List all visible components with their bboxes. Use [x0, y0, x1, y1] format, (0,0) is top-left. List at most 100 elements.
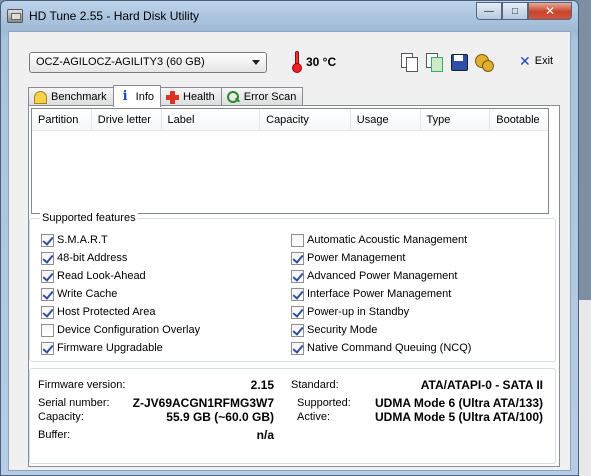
feature-label: S.M.A.R.T	[57, 234, 108, 246]
feature-item: Write Cache	[41, 285, 200, 303]
feature-item: Power Management	[291, 249, 471, 267]
tab-health[interactable]: Health	[160, 87, 222, 106]
feature-item: Advanced Power Management	[291, 267, 471, 285]
title-bar[interactable]: HD Tune 2.55 - Hard Disk Utility — □ ✕	[1, 1, 578, 31]
options-icon[interactable]	[474, 52, 494, 72]
active-label: Active:	[297, 411, 331, 423]
standard-label: Standard:	[291, 379, 339, 391]
feature-checkbox[interactable]	[41, 233, 54, 247]
drive-dropdown-value: OCZ-AGILOCZ-AGILITY3 (60 GB)	[36, 56, 205, 68]
partition-table-header: Partition Drive letter Label Capacity Us…	[32, 109, 548, 131]
info-tab-panel: Partition Drive letter Label Capacity Us…	[28, 105, 560, 467]
feature-label: Advanced Power Management	[307, 270, 458, 282]
buffer-label: Buffer:	[38, 429, 71, 441]
firmware-value: 2.15	[250, 378, 274, 392]
minimize-button[interactable]: —	[476, 2, 502, 20]
feature-item: Device Configuration Overlay	[41, 321, 200, 339]
feature-label: 48-bit Address	[57, 252, 128, 264]
drive-details-group: Firmware version: 2.15 Serial number: Z-…	[29, 368, 556, 464]
save-icon[interactable]	[449, 52, 469, 72]
column-drive-letter[interactable]: Drive letter	[92, 109, 162, 130]
feature-checkbox[interactable]	[41, 269, 54, 283]
tab-benchmark[interactable]: Benchmark	[28, 87, 114, 106]
tab-bar: Benchmark i Info Health Error Scan	[28, 85, 304, 107]
feature-checkbox[interactable]	[291, 251, 304, 265]
benchmark-icon	[34, 90, 47, 104]
column-capacity[interactable]: Capacity	[260, 109, 351, 130]
features-left-column: S.M.A.R.T 48-bit Address Read Look-Ahead Wr…	[41, 231, 200, 357]
feature-checkbox[interactable]	[41, 287, 54, 301]
feature-label: Device Configuration Overlay	[57, 324, 201, 336]
window-title: HD Tune 2.55 - Hard Disk Utility	[29, 9, 200, 23]
column-partition[interactable]: Partition	[32, 109, 92, 130]
exit-icon: ✕	[519, 53, 531, 69]
drive-dropdown[interactable]: OCZ-AGILOCZ-AGILITY3 (60 GB)	[29, 52, 267, 73]
feature-label: Host Protected Area	[57, 306, 156, 318]
feature-item: Power-up in Standby	[291, 303, 471, 321]
feature-checkbox[interactable]	[291, 287, 304, 301]
active-value: UDMA Mode 5 (Ultra ATA/100)	[374, 410, 543, 424]
close-button[interactable]: ✕	[528, 2, 572, 20]
serial-label: Serial number:	[38, 397, 110, 409]
feature-label: Security Mode	[307, 324, 378, 336]
standard-value: ATA/ATAPI-0 - SATA II	[420, 378, 543, 392]
feature-label: Firmware Upgradable	[57, 342, 163, 354]
feature-item: S.M.A.R.T	[41, 231, 200, 249]
exit-label: Exit	[534, 55, 554, 67]
copy-text-icon[interactable]	[399, 52, 419, 72]
feature-label: Power Management	[307, 252, 406, 264]
tab-error-scan[interactable]: Error Scan	[220, 87, 304, 106]
info-icon: i	[122, 89, 128, 104]
capacity-label: Capacity:	[38, 411, 84, 423]
feature-checkbox[interactable]	[41, 341, 54, 355]
tab-info[interactable]: i Info	[112, 85, 161, 107]
column-bootable[interactable]: Bootable	[490, 109, 548, 130]
supported-features-group: Supported features S.M.A.R.T 48-bit Addre…	[29, 212, 556, 362]
column-usage[interactable]: Usage	[351, 109, 421, 130]
tab-benchmark-label: Benchmark	[51, 91, 107, 103]
feature-checkbox[interactable]	[41, 305, 54, 319]
feature-item: Interface Power Management	[291, 285, 471, 303]
thermometer-icon	[292, 51, 302, 73]
feature-label: Write Cache	[57, 288, 118, 300]
capacity-value: 55.9 GB (~60.0 GB)	[166, 410, 274, 424]
feature-label: Power-up in Standby	[307, 306, 410, 318]
feature-item: Firmware Upgradable	[41, 339, 200, 357]
feature-item: Security Mode	[291, 321, 471, 339]
feature-checkbox[interactable]	[291, 305, 304, 319]
feature-checkbox[interactable]	[41, 323, 54, 337]
column-label[interactable]: Label	[162, 109, 261, 130]
feature-checkbox[interactable]	[41, 251, 54, 265]
feature-checkbox[interactable]	[291, 341, 304, 355]
partition-table[interactable]: Partition Drive letter Label Capacity Us…	[31, 108, 549, 214]
tab-health-label: Health	[183, 91, 215, 103]
health-icon	[166, 90, 179, 104]
features-right-column: Automatic Acoustic Management Power Manag…	[291, 231, 471, 357]
buffer-value: n/a	[256, 428, 274, 442]
chevron-down-icon	[252, 60, 260, 65]
feature-item: Host Protected Area	[41, 303, 200, 321]
feature-item: Read Look-Ahead	[41, 267, 200, 285]
serial-value: Z-JV69ACGN1RFMG3W7	[132, 396, 274, 410]
feature-label: Native Command Queuing (NCQ)	[307, 342, 472, 354]
feature-item: 48-bit Address	[41, 249, 200, 267]
window-controls: — □ ✕	[476, 2, 572, 20]
maximize-button[interactable]: □	[502, 2, 528, 20]
tab-error-scan-label: Error Scan	[243, 91, 297, 103]
exit-button[interactable]: ✕ Exit	[519, 54, 553, 68]
feature-checkbox[interactable]	[291, 269, 304, 283]
toolbar-icons	[399, 52, 494, 72]
column-type[interactable]: Type	[421, 109, 491, 130]
app-window: HD Tune 2.55 - Hard Disk Utility — □ ✕ O…	[0, 0, 579, 476]
error-scan-icon	[226, 90, 240, 104]
feature-label: Read Look-Ahead	[57, 270, 146, 282]
tab-info-label: Info	[135, 90, 154, 103]
hd-tune-app-icon	[7, 9, 23, 23]
feature-item: Automatic Acoustic Management	[291, 231, 471, 249]
supported-value: UDMA Mode 6 (Ultra ATA/133)	[374, 396, 543, 410]
feature-label: Interface Power Management	[307, 288, 452, 300]
background-window-edge	[579, 300, 591, 476]
copy-screenshot-icon[interactable]	[424, 52, 444, 72]
feature-checkbox[interactable]	[291, 323, 304, 337]
feature-checkbox[interactable]	[291, 233, 304, 247]
